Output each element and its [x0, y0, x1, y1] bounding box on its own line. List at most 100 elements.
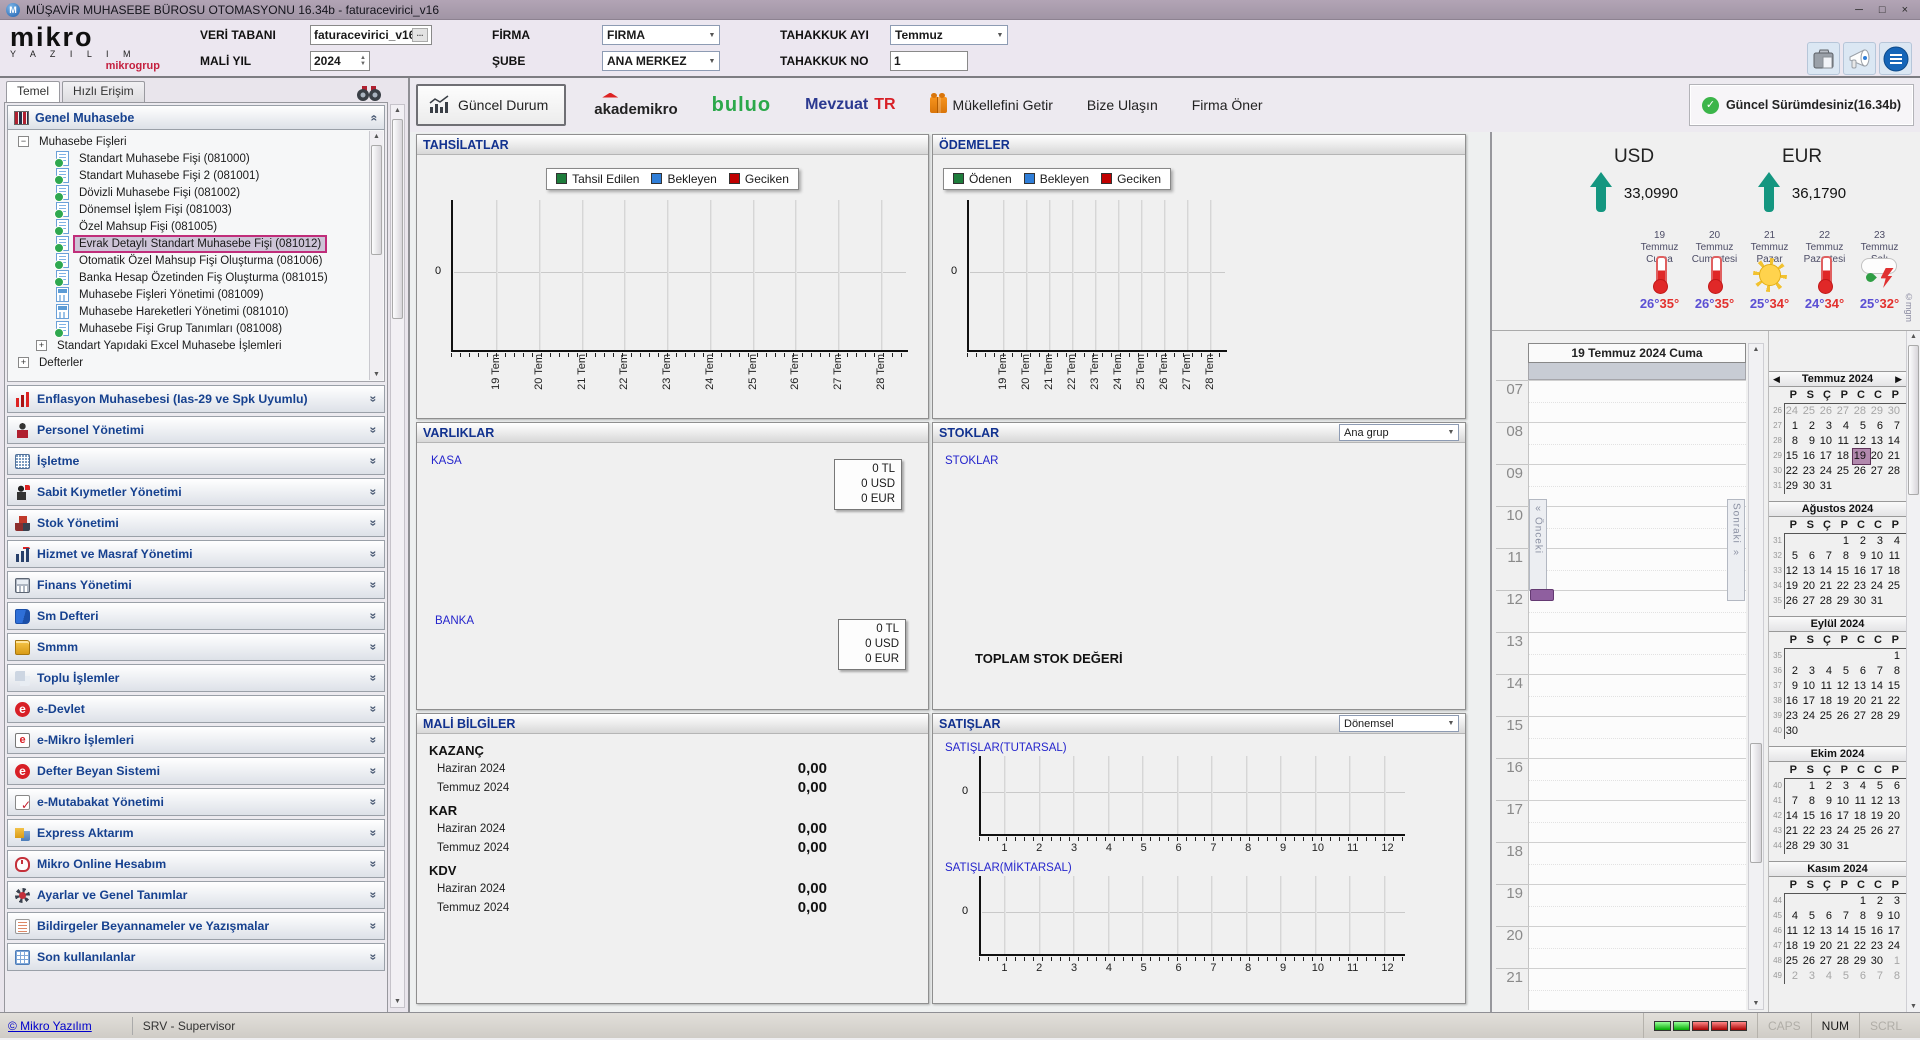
calendar-day[interactable]: 25: [1887, 579, 1904, 594]
calendar-day[interactable]: 29: [1887, 709, 1904, 724]
calendar-day[interactable]: 7: [1870, 969, 1887, 984]
calendar-day[interactable]: 21: [1819, 579, 1836, 594]
all-day-row[interactable]: [1528, 363, 1746, 380]
tab-hizli-erisim[interactable]: Hızlı Erişim: [62, 81, 145, 102]
sidebar-section-finans-y-netimi[interactable]: Finans Yönetimi»: [7, 571, 385, 599]
expand-chevron-icon[interactable]: »: [367, 954, 381, 961]
tree-item[interactable]: Muhasebe Fişi Grup Tanımları (081008): [12, 320, 368, 337]
calendar-day[interactable]: 19: [1785, 579, 1802, 594]
calendar-day[interactable]: 16: [1819, 809, 1836, 824]
calendar-day[interactable]: 14: [1819, 564, 1836, 579]
sidebar-section-bildirgeler-beyannameler-ve-yaz-malar[interactable]: Bildirgeler Beyannameler ve Yazışmalar»: [7, 912, 385, 940]
tree-item[interactable]: Muhasebe Fişleri Yönetimi (081009): [12, 286, 368, 303]
calendar-day[interactable]: 18: [1853, 809, 1870, 824]
calendar-day[interactable]: 7: [1785, 794, 1802, 809]
calendar-day[interactable]: 21: [1836, 939, 1853, 954]
expand-chevron-icon[interactable]: »: [367, 737, 381, 744]
calendar-day[interactable]: 10: [1819, 434, 1836, 449]
calendar-day[interactable]: 9: [1819, 794, 1836, 809]
calendar-day[interactable]: 2: [1802, 419, 1819, 434]
search-binoculars-icon[interactable]: [354, 84, 384, 105]
calendar-day[interactable]: 28: [1887, 464, 1904, 479]
calendar-day[interactable]: 9: [1870, 909, 1887, 924]
expand-chevron-icon[interactable]: »: [367, 613, 381, 620]
expand-chevron-icon[interactable]: »: [367, 396, 381, 403]
calendar-day[interactable]: 2: [1785, 664, 1802, 679]
calendar-day[interactable]: 11: [1853, 794, 1870, 809]
calendar-day[interactable]: 22: [1785, 464, 1802, 479]
calendar-day[interactable]: 20: [1819, 939, 1836, 954]
sidebar-section-son-kullan-lanlar[interactable]: Son kullanılanlar»: [7, 943, 385, 971]
calendar-day[interactable]: 1: [1785, 419, 1802, 434]
expand-chevron-icon[interactable]: »: [367, 427, 381, 434]
calendar-day[interactable]: 6: [1887, 779, 1904, 794]
tree-item[interactable]: Banka Hesap Özetinden Fiş Oluşturma (081…: [12, 269, 368, 286]
collapse-chevron-icon[interactable]: «: [368, 114, 382, 121]
calendar-day[interactable]: 29: [1870, 404, 1887, 419]
tree-item[interactable]: Dövizli Muhasebe Fişi (081002): [12, 184, 368, 201]
calendar-day[interactable]: 27: [1870, 464, 1887, 479]
calendar-day[interactable]: 4: [1785, 909, 1802, 924]
calendar-day[interactable]: 1: [1853, 894, 1870, 909]
calendar-day[interactable]: 7: [1836, 909, 1853, 924]
calendar-day[interactable]: 8: [1836, 549, 1853, 564]
link-mukellefini-getir[interactable]: Mükellefini Getir: [930, 97, 1053, 113]
scheduler-slot[interactable]: [1528, 548, 1746, 590]
link-buluo[interactable]: buluo: [712, 94, 771, 117]
calendar-day[interactable]: 16: [1802, 449, 1819, 464]
scheduler-slot[interactable]: [1528, 590, 1746, 632]
calendar-day[interactable]: 5: [1785, 549, 1802, 564]
calendar-day[interactable]: 22: [1802, 824, 1819, 839]
sidebar-section-stok-y-netimi[interactable]: Stok Yönetimi»: [7, 509, 385, 537]
calendar-day[interactable]: 15: [1887, 679, 1904, 694]
calendar-day[interactable]: 20: [1853, 694, 1870, 709]
calendar-day[interactable]: 12: [1870, 794, 1887, 809]
scrollbar-thumb[interactable]: [1908, 345, 1919, 495]
calendar-day[interactable]: 1: [1802, 779, 1819, 794]
calendar-day[interactable]: 13: [1802, 564, 1819, 579]
sidebar-section-smmm[interactable]: Smmm»: [7, 633, 385, 661]
calendar-day[interactable]: 18: [1785, 939, 1802, 954]
tree-scrollbar[interactable]: ▲ ▼: [369, 131, 383, 380]
accrual-month-select[interactable]: Temmuz ▼: [890, 25, 1008, 45]
calendar-day[interactable]: 26: [1785, 594, 1802, 609]
calendar-day[interactable]: 26: [1802, 954, 1819, 969]
tree-item[interactable]: +Defterler: [12, 354, 368, 371]
calendar-day[interactable]: 17: [1802, 694, 1819, 709]
calendar-day[interactable]: 17: [1836, 809, 1853, 824]
scheduler-scrollbar[interactable]: ▲ ▼: [1748, 343, 1764, 1010]
calendar-day[interactable]: 4: [1836, 419, 1853, 434]
calendar-day[interactable]: 28: [1836, 954, 1853, 969]
scrollbar-thumb[interactable]: [392, 119, 403, 319]
previous-day-tab[interactable]: « Önceki: [1529, 499, 1547, 591]
calendar-day[interactable]: 14: [1887, 434, 1904, 449]
calendar-day[interactable]: 14: [1785, 809, 1802, 824]
calendar-day[interactable]: 30: [1870, 954, 1887, 969]
calendar-day[interactable]: 16: [1853, 564, 1870, 579]
calendar-day[interactable]: 1: [1887, 649, 1904, 664]
calendar-day[interactable]: 17: [1870, 564, 1887, 579]
prev-month-icon[interactable]: ◀: [1773, 372, 1780, 387]
calendar-day[interactable]: 16: [1870, 924, 1887, 939]
calendar-day[interactable]: 30: [1853, 594, 1870, 609]
calendar-day[interactable]: 31: [1819, 479, 1836, 494]
calendar-day[interactable]: 4: [1819, 969, 1836, 984]
database-field[interactable]: faturacevirici_v16 ...: [310, 25, 432, 45]
database-browse-button[interactable]: ...: [412, 28, 428, 42]
calendar-day[interactable]: 18: [1819, 694, 1836, 709]
announcements-button[interactable]: [1843, 42, 1876, 75]
sidebar-section-hizmet-ve-masraf-y-netimi[interactable]: Hizmet ve Masraf Yönetimi»: [7, 540, 385, 568]
calendar-day[interactable]: 25: [1819, 709, 1836, 724]
scheduler-slot[interactable]: [1528, 422, 1746, 464]
scheduler-slot[interactable]: [1528, 968, 1746, 1010]
calendar-day[interactable]: 27: [1887, 824, 1904, 839]
calendar-day[interactable]: 30: [1785, 724, 1802, 739]
expand-chevron-icon[interactable]: »: [367, 923, 381, 930]
tree-item[interactable]: Otomatik Özel Mahsup Fişi Oluşturma (081…: [12, 252, 368, 269]
calendar-day[interactable]: 11: [1785, 924, 1802, 939]
calendar-day[interactable]: 26: [1870, 824, 1887, 839]
calendar-day[interactable]: 7: [1870, 664, 1887, 679]
calendar-day[interactable]: 8: [1802, 794, 1819, 809]
calendar-day[interactable]: 8: [1887, 664, 1904, 679]
calendar-day[interactable]: 18: [1836, 449, 1853, 464]
